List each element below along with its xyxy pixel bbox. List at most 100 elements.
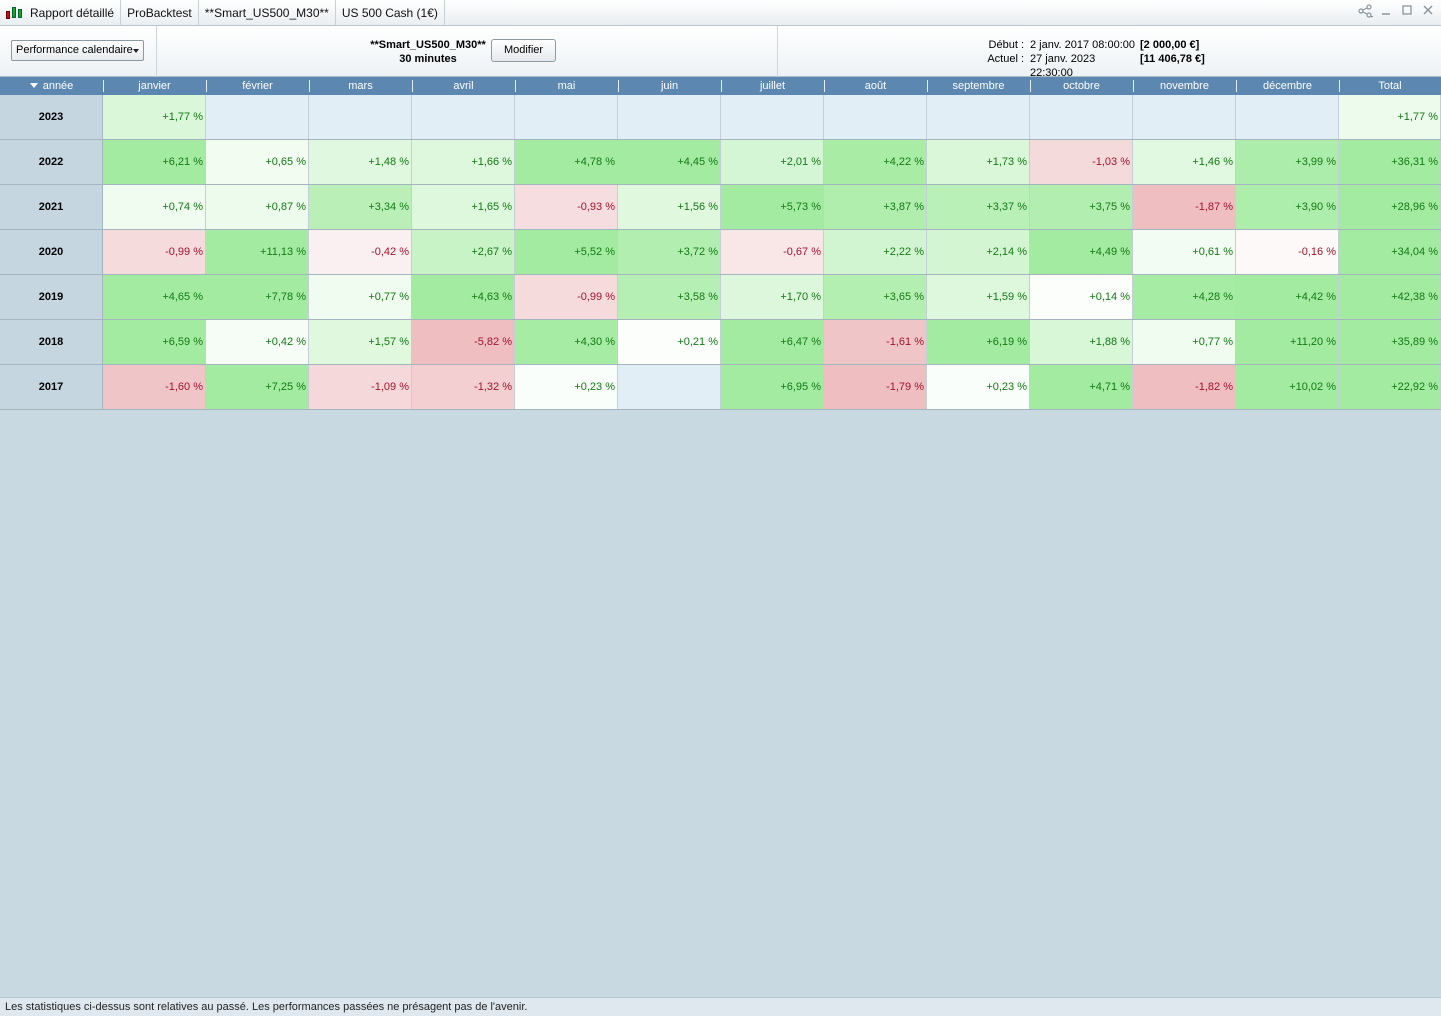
column-header[interactable]: mars: [309, 77, 412, 95]
strategy-name: **Smart_US500_M30**: [370, 39, 486, 51]
minimize-icon[interactable]: [1379, 4, 1393, 18]
month-cell: +3,87 %: [824, 185, 927, 229]
total-cell: +34,04 %: [1339, 230, 1441, 274]
month-cell: +0,42 %: [206, 320, 309, 364]
month-cell: +6,21 %: [103, 140, 206, 184]
chevron-down-icon: [133, 49, 139, 53]
title-bar: Rapport détaillé ProBacktest **Smart_US5…: [0, 0, 1441, 26]
month-cell: +4,63 %: [412, 275, 515, 319]
view-select-value: Performance calendaire: [16, 44, 133, 56]
month-cell: +5,73 %: [721, 185, 824, 229]
month-cell: -1,09 %: [309, 365, 412, 409]
breadcrumb-probacktest[interactable]: ProBacktest: [121, 0, 199, 26]
view-select[interactable]: Performance calendaire: [11, 40, 144, 61]
table-row[interactable]: 2019 +4,65 % +7,78 % +0,77 % +4,63 % -0,99 % +…: [0, 275, 1441, 320]
month-cell: +0,14 %: [1030, 275, 1133, 319]
empty-cell: [1133, 95, 1236, 139]
month-cell: -1,87 %: [1133, 185, 1236, 229]
column-header[interactable]: octobre: [1030, 77, 1133, 95]
table-body: 2023 +1,77 % +1,77 % 2022 +6,21 % +0,65 % +1,4…: [0, 95, 1441, 410]
month-cell: +6,95 %: [721, 365, 824, 409]
month-cell: +0,77 %: [1133, 320, 1236, 364]
month-cell: +6,19 %: [927, 320, 1030, 364]
candlestick-chart-icon: [4, 4, 24, 22]
strategy-info: **Smart_US500_M30** 30 minutes: [360, 38, 496, 66]
month-cell: -0,42 %: [309, 230, 412, 274]
month-cell: +1,46 %: [1133, 140, 1236, 184]
month-cell: +1,65 %: [412, 185, 515, 229]
column-header[interactable]: Total: [1339, 77, 1441, 95]
start-label: Début :: [988, 39, 1024, 51]
month-cell: +11,20 %: [1236, 320, 1339, 364]
month-cell: +3,99 %: [1236, 140, 1339, 184]
total-cell: +28,96 %: [1339, 185, 1441, 229]
month-cell: +0,23 %: [927, 365, 1030, 409]
month-cell: -1,03 %: [1030, 140, 1133, 184]
month-cell: +3,75 %: [1030, 185, 1133, 229]
table-row[interactable]: 2020 -0,99 % +11,13 % -0,42 % +2,67 % +5,52 %…: [0, 230, 1441, 275]
month-cell: +7,78 %: [206, 275, 309, 319]
close-icon[interactable]: [1421, 4, 1435, 18]
column-header[interactable]: février: [206, 77, 309, 95]
maximize-icon[interactable]: [1400, 4, 1414, 18]
empty-cell: [309, 95, 412, 139]
breadcrumb-instrument[interactable]: US 500 Cash (1€): [336, 0, 445, 26]
current-label: Actuel :: [987, 53, 1024, 65]
column-header[interactable]: avril: [412, 77, 515, 95]
month-cell: -1,61 %: [824, 320, 927, 364]
table-row[interactable]: 2023 +1,77 % +1,77 %: [0, 95, 1441, 140]
empty-cell: [927, 95, 1030, 139]
empty-cell: [721, 95, 824, 139]
month-cell: +3,90 %: [1236, 185, 1339, 229]
start-row: Début : 2 janv. 2017 08:00:00 [2 000,00 …: [960, 38, 1220, 52]
column-header[interactable]: juillet: [721, 77, 824, 95]
month-cell: +10,02 %: [1236, 365, 1339, 409]
current-row: Actuel : 27 janv. 2023 22:30:00 [11 406,…: [960, 52, 1220, 80]
share-icon[interactable]: [1358, 4, 1373, 18]
column-header[interactable]: juin: [618, 77, 721, 95]
modify-button[interactable]: Modifier: [491, 39, 556, 62]
month-cell: -0,93 %: [515, 185, 618, 229]
current-capital: [11 406,78 €]: [1140, 53, 1205, 65]
empty-cell: [1236, 95, 1339, 139]
column-header[interactable]: septembre: [927, 77, 1030, 95]
start-date: 2 janv. 2017 08:00:00: [1030, 39, 1135, 51]
month-cell: +0,65 %: [206, 140, 309, 184]
table-row[interactable]: 2021 +0,74 % +0,87 % +3,34 % +1,65 % -0,93 % +…: [0, 185, 1441, 230]
year-cell: 2018: [0, 320, 103, 364]
month-cell: -1,60 %: [103, 365, 206, 409]
year-cell: 2022: [0, 140, 103, 184]
column-header[interactable]: août: [824, 77, 927, 95]
table-row[interactable]: 2017 -1,60 % +7,25 % -1,09 % -1,32 % +0,23 % +…: [0, 365, 1441, 410]
column-header[interactable]: décembre: [1236, 77, 1339, 95]
breadcrumb-report[interactable]: Rapport détaillé: [24, 0, 122, 26]
total-cell: +35,89 %: [1339, 320, 1441, 364]
month-cell: -1,82 %: [1133, 365, 1236, 409]
table-row[interactable]: 2022 +6,21 % +0,65 % +1,48 % +1,66 % +4,78 % +…: [0, 140, 1441, 185]
month-cell: +1,57 %: [309, 320, 412, 364]
month-cell: +2,22 %: [824, 230, 927, 274]
month-cell: +4,22 %: [824, 140, 927, 184]
column-header[interactable]: janvier: [103, 77, 206, 95]
month-cell: +4,65 %: [103, 275, 206, 319]
month-cell: +1,48 %: [309, 140, 412, 184]
table-header: année janvier février mars avril mai juin juil…: [0, 77, 1441, 95]
month-cell: +1,88 %: [1030, 320, 1133, 364]
breadcrumb-strategy[interactable]: **Smart_US500_M30**: [199, 0, 336, 26]
month-cell: +3,65 %: [824, 275, 927, 319]
empty-cell: [618, 95, 721, 139]
month-cell: +3,72 %: [618, 230, 721, 274]
month-cell: -0,99 %: [515, 275, 618, 319]
column-header-year[interactable]: année: [0, 77, 103, 95]
empty-cell: [1030, 95, 1133, 139]
month-cell: +1,70 %: [721, 275, 824, 319]
month-cell: +4,45 %: [618, 140, 721, 184]
month-cell: +4,30 %: [515, 320, 618, 364]
table-row[interactable]: 2018 +6,59 % +0,42 % +1,57 % -5,82 % +4,30 % +…: [0, 320, 1441, 365]
year-cell: 2020: [0, 230, 103, 274]
month-cell: +4,78 %: [515, 140, 618, 184]
month-cell: +6,59 %: [103, 320, 206, 364]
column-header[interactable]: novembre: [1133, 77, 1236, 95]
toolbar-divider: [156, 26, 157, 77]
column-header[interactable]: mai: [515, 77, 618, 95]
